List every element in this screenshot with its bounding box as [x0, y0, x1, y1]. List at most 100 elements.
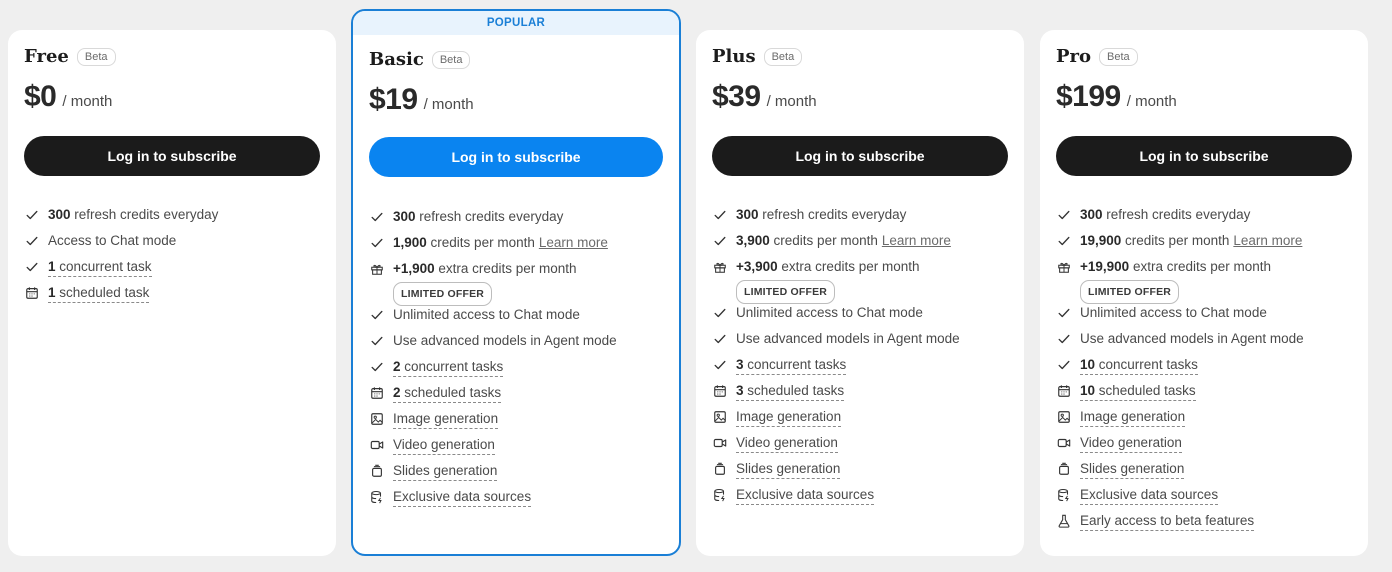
beta-badge: Beta [1099, 47, 1138, 66]
feature-number: 1 [48, 259, 56, 274]
check-icon [369, 235, 385, 251]
check-icon [24, 259, 40, 275]
exclusive-data-sources-link[interactable]: Exclusive data sources [393, 488, 532, 507]
scheduled-tasks-link[interactable]: 2 scheduled tasks [393, 384, 502, 403]
image-icon [369, 411, 385, 427]
plan-name: Pro [1056, 46, 1092, 67]
feature-item: Exclusive data sources [369, 488, 663, 514]
feature-number: +1,900 [393, 261, 435, 276]
popular-banner: POPULAR [353, 11, 679, 35]
limited-offer-badge: LIMITED OFFER [393, 282, 493, 306]
concurrent-tasks-link[interactable]: 3 concurrent tasks [736, 356, 847, 375]
feature-label: Use advanced models in Agent mode [393, 333, 617, 348]
price-period: / month [1126, 93, 1177, 110]
image-generation-link[interactable]: Image generation [736, 408, 842, 427]
feature-label: concurrent task [55, 259, 152, 274]
calendar-icon [369, 385, 385, 401]
feature-item: +19,900 extra credits per month LIMITED … [1056, 258, 1352, 304]
image-icon [1056, 409, 1072, 425]
scheduled-tasks-link[interactable]: 3 scheduled tasks [736, 382, 845, 401]
check-icon [369, 209, 385, 225]
beta-badge: Beta [431, 50, 471, 69]
slides-generation-link[interactable]: Slides generation [393, 462, 498, 481]
learn-more-link[interactable]: Learn more [539, 235, 608, 250]
subscribe-button[interactable]: Log in to subscribe [1056, 136, 1352, 176]
video-generation-link[interactable]: Video generation [736, 434, 838, 453]
slides-icon [712, 461, 728, 477]
plan-card-free: Free Beta $0 / month Log in to subscribe… [8, 30, 336, 556]
beta-badge: Beta [763, 47, 803, 66]
feature-item: Video generation [712, 434, 1008, 460]
gift-icon [369, 261, 385, 277]
feature-item: Video generation [369, 436, 663, 462]
feature-list: 300 refresh credits everyday Access to C… [24, 206, 320, 310]
feature-item: Unlimited access to Chat mode [712, 304, 1008, 330]
feature-label: Use advanced models in Agent mode [1080, 331, 1304, 346]
feature-number: 300 [736, 207, 759, 222]
subscribe-button[interactable]: Log in to subscribe [369, 137, 663, 177]
plan-name: Basic [369, 49, 424, 70]
feature-label: Use advanced models in Agent mode [736, 331, 960, 346]
feature-item: Slides generation [1056, 460, 1352, 486]
scheduled-tasks-link[interactable]: 10 scheduled tasks [1080, 382, 1196, 401]
feature-number: 1 [48, 285, 56, 300]
beta-badge: Beta [76, 47, 116, 66]
check-icon [369, 333, 385, 349]
feature-label: concurrent tasks [1095, 357, 1198, 372]
feature-item: Image generation [369, 410, 663, 436]
concurrent-task-link[interactable]: 1 concurrent task [48, 258, 152, 277]
learn-more-link[interactable]: Learn more [1233, 233, 1302, 248]
slides-generation-link[interactable]: Slides generation [736, 460, 841, 479]
feature-number: +3,900 [736, 259, 778, 274]
feature-number: 10 [1080, 383, 1096, 398]
feature-item: Unlimited access to Chat mode [369, 306, 663, 332]
feature-label: concurrent tasks [400, 359, 504, 374]
concurrent-tasks-link[interactable]: 2 concurrent tasks [393, 358, 504, 377]
video-generation-link[interactable]: Video generation [1080, 434, 1182, 453]
feature-label: scheduled tasks [400, 385, 502, 400]
feature-label: Unlimited access to Chat mode [736, 305, 923, 320]
feature-item: 3 scheduled tasks [712, 382, 1008, 408]
exclusive-data-sources-link[interactable]: Exclusive data sources [1080, 486, 1219, 505]
feature-item: 10 scheduled tasks [1056, 382, 1352, 408]
feature-number: +19,900 [1080, 259, 1130, 274]
feature-list: 300 refresh credits everyday 3,900 credi… [712, 206, 1008, 512]
concurrent-tasks-link[interactable]: 10 concurrent tasks [1080, 356, 1198, 375]
feature-label: scheduled tasks [743, 383, 845, 398]
video-icon [712, 435, 728, 451]
feature-label: concurrent tasks [743, 357, 847, 372]
feature-label: credits per month [426, 235, 535, 250]
exclusive-data-sources-link[interactable]: Exclusive data sources [736, 486, 875, 505]
early-access-link[interactable]: Early access to beta features [1080, 512, 1255, 531]
learn-more-link[interactable]: Learn more [882, 233, 951, 248]
limited-offer-badge: LIMITED OFFER [1080, 280, 1180, 304]
feature-list: 300 refresh credits everyday 1,900 credi… [369, 208, 663, 514]
feature-item: 10 concurrent tasks [1056, 356, 1352, 382]
feature-item: 3 concurrent tasks [712, 356, 1008, 382]
video-generation-link[interactable]: Video generation [393, 436, 495, 455]
plan-price: $199 [1056, 80, 1121, 113]
check-icon [712, 357, 728, 373]
gift-icon [1056, 259, 1072, 275]
check-icon [712, 207, 728, 223]
calendar-icon [712, 383, 728, 399]
calendar-icon [24, 285, 40, 301]
feature-item: 19,900 credits per month Learn more [1056, 232, 1352, 258]
feature-item: 3,900 credits per month Learn more [712, 232, 1008, 258]
video-icon [369, 437, 385, 453]
feature-label: scheduled tasks [1095, 383, 1196, 398]
feature-item: Use advanced models in Agent mode [1056, 330, 1352, 356]
subscribe-button[interactable]: Log in to subscribe [712, 136, 1008, 176]
feature-item: Unlimited access to Chat mode [1056, 304, 1352, 330]
feature-item: 300 refresh credits everyday [712, 206, 1008, 232]
feature-item: 1,900 credits per month Learn more [369, 234, 663, 260]
subscribe-button[interactable]: Log in to subscribe [24, 136, 320, 176]
check-icon [712, 233, 728, 249]
feature-label: scheduled task [55, 285, 150, 300]
feature-label: Access to Chat mode [48, 233, 177, 248]
feature-number: 3 [736, 383, 744, 398]
slides-generation-link[interactable]: Slides generation [1080, 460, 1185, 479]
image-generation-link[interactable]: Image generation [1080, 408, 1186, 427]
image-generation-link[interactable]: Image generation [393, 410, 499, 429]
scheduled-task-link[interactable]: 1 scheduled task [48, 284, 150, 303]
